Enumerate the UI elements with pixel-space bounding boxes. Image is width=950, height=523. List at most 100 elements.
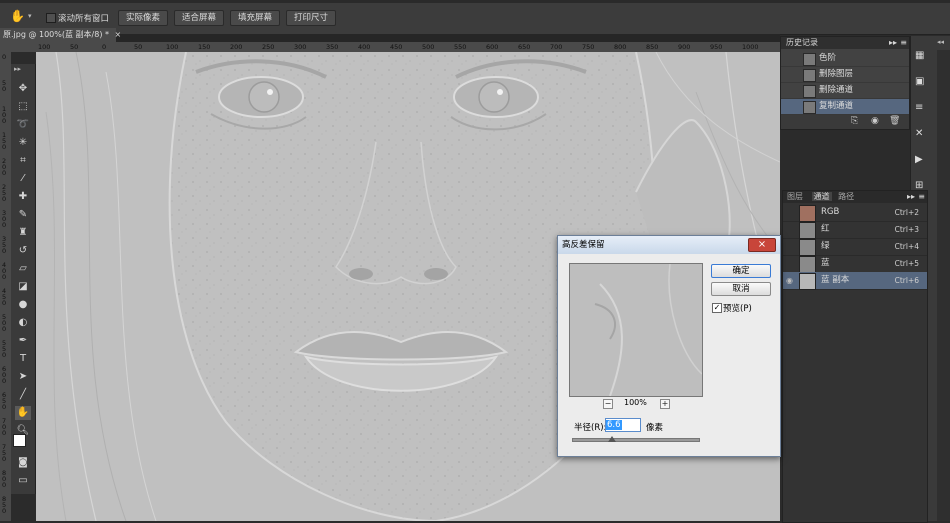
dialog-title: 高反差保留 — [562, 240, 605, 250]
trash-icon[interactable]: 🗑︎ — [889, 116, 900, 126]
panel-menu-icon[interactable]: ≡ — [918, 191, 925, 203]
dialog-title-bar[interactable]: 高反差保留 × — [558, 236, 780, 254]
tool-presets-panel-icon[interactable]: ✕ — [915, 128, 929, 140]
tab-layers[interactable]: 图层 — [787, 192, 803, 201]
radius-label: 半径(R): — [574, 423, 607, 433]
eye-icon[interactable]: ◉ — [786, 276, 795, 285]
strip-collapse-icon[interactable]: ◂◂ — [937, 38, 944, 46]
channel-row[interactable]: 红 Ctrl+3 — [783, 221, 927, 239]
crop-tool-icon[interactable]: ⌗ — [15, 154, 31, 168]
eyedropper-tool-icon[interactable]: ⁄ — [15, 172, 31, 186]
radius-slider-track[interactable] — [572, 438, 700, 442]
tab-channels[interactable]: 通道 — [811, 192, 832, 201]
channel-row[interactable]: RGB Ctrl+2 — [783, 204, 927, 222]
history-item[interactable]: 色阶 — [781, 51, 909, 67]
panel-collapse-icon[interactable]: ▸▸ — [889, 37, 897, 49]
ruler-tick-label: 750 — [582, 43, 595, 51]
ruler-tick-label: 100 — [166, 43, 179, 51]
panel-collapse-icon[interactable]: ▸▸ — [907, 191, 915, 203]
tab-history[interactable]: 历史记录 — [786, 38, 818, 47]
marquee-tool-icon[interactable]: ⬚ — [15, 100, 31, 114]
screen-mode-icon[interactable]: ▭ — [15, 474, 31, 488]
history-footer: ⎘ ◉ 🗑︎ — [781, 115, 909, 129]
second-panel-column — [937, 50, 950, 521]
scroll-all-checkbox[interactable] — [46, 13, 56, 23]
document-tab-title: 原.jpg @ 100%(蓝 副本/8) * — [3, 30, 109, 39]
pen-tool-icon[interactable]: ✒ — [15, 334, 31, 348]
adjustments-panel-icon[interactable]: ≡ — [915, 102, 929, 114]
fit-screen-button[interactable]: 适合屏幕 — [174, 10, 224, 26]
clone-stamp-tool-icon[interactable]: ♜ — [15, 226, 31, 240]
history-item-label: 删除图层 — [819, 69, 854, 79]
radius-slider-thumb[interactable] — [608, 436, 616, 442]
new-document-from-state-icon[interactable]: ⎘ — [851, 116, 858, 126]
channel-row[interactable]: 蓝 Ctrl+5 — [783, 255, 927, 273]
panel-menu-icon[interactable]: ≡ — [900, 37, 907, 49]
history-item-icon — [803, 69, 816, 82]
ruler-tick-label: 1 0 0 — [2, 105, 7, 125]
hand-tool-icon-box[interactable]: ✋ — [15, 406, 31, 420]
history-item[interactable]: 删除图层 — [781, 67, 909, 83]
ruler-tick-label: 4 0 0 — [2, 261, 7, 281]
history-panel-header: 历史记录 ▸▸ ≡ — [781, 37, 909, 49]
history-item-selected[interactable]: 复制通道 — [781, 99, 909, 115]
brush-tool-icon[interactable]: ✎ — [15, 208, 31, 222]
toolbox-collapse-icon[interactable]: ▸▸ — [14, 65, 21, 73]
blur-tool-icon[interactable]: ● — [15, 298, 31, 312]
history-panel-icon[interactable]: ▦ — [915, 50, 929, 62]
history-brush-tool-icon[interactable]: ↺ — [15, 244, 31, 258]
history-item-icon — [803, 85, 816, 98]
lasso-tool-icon[interactable]: ➰ — [15, 118, 31, 132]
ruler-tick-label: 8 0 0 — [2, 469, 7, 489]
ruler-tick-label: 0 — [102, 43, 107, 51]
eraser-tool-icon[interactable]: ▱ — [15, 262, 31, 276]
ruler-tick-label: 200 — [230, 43, 243, 51]
zoom-out-button[interactable]: − — [603, 399, 613, 409]
actions-panel-icon[interactable]: ▶ — [915, 154, 929, 166]
quick-mask-icon[interactable]: ◙ — [15, 456, 31, 470]
fill-screen-button[interactable]: 填充屏幕 — [230, 10, 280, 26]
tool-preset-chevron-icon[interactable]: ▾ — [28, 12, 32, 20]
path-selection-tool-icon[interactable]: ➤ — [15, 370, 31, 384]
ruler-tick-label: 1000 — [742, 43, 759, 51]
dodge-tool-icon[interactable]: ◐ — [15, 316, 31, 330]
print-size-button[interactable]: 打印尺寸 — [286, 10, 336, 26]
line-tool-icon[interactable]: ╱ — [15, 388, 31, 402]
close-icon[interactable]: × — [748, 238, 776, 252]
paint-bucket-tool-icon[interactable]: ◪ — [15, 280, 31, 294]
zoom-in-button[interactable]: + — [660, 399, 670, 409]
vertical-ruler[interactable]: 0 5 0 1 0 0 1 5 0 2 0 0 2 5 0 3 0 0 3 5 0 4 0 0 4… — [0, 52, 11, 521]
history-item[interactable]: 删除通道 — [781, 83, 909, 99]
hand-tool-icon[interactable]: ✋ — [10, 9, 25, 25]
preview-checkbox[interactable]: ✓ — [712, 303, 722, 313]
ruler-tick-label: 6 0 0 — [2, 365, 7, 385]
magic-wand-tool-icon[interactable]: ✳ — [15, 136, 31, 150]
ok-button[interactable]: 确定 — [711, 264, 771, 278]
ruler-tick-label: 7 0 0 — [2, 417, 7, 437]
close-tab-icon[interactable]: × — [115, 30, 122, 39]
layers-panel-icon[interactable]: ▣ — [915, 76, 929, 88]
ruler-tick-label: 2 0 0 — [2, 157, 7, 177]
history-item-icon — [803, 53, 816, 66]
ruler-tick-label: 450 — [390, 43, 403, 51]
channel-row[interactable]: 绿 Ctrl+4 — [783, 238, 927, 256]
ruler-tick-label: 0 — [2, 53, 7, 61]
actual-pixels-button[interactable]: 实际像素 — [118, 10, 168, 26]
move-tool-icon[interactable]: ✥ — [15, 82, 31, 96]
channel-name: 蓝 — [821, 258, 830, 268]
ruler-tick-label: 5 5 0 — [2, 339, 7, 359]
foreground-color-swatch[interactable] — [13, 434, 26, 447]
channel-thumbnail — [799, 205, 816, 222]
channels-panel: 图层 通道 路径 ▸▸ ≡ RGB Ctrl+2 红 Ctrl+3 绿 Ctrl… — [782, 190, 928, 523]
ruler-tick-label: 2 5 0 — [2, 183, 7, 203]
ruler-tick-label: 250 — [262, 43, 275, 51]
radius-input[interactable]: 6.6 — [605, 418, 641, 432]
filter-preview[interactable] — [569, 263, 703, 397]
tab-paths[interactable]: 路径 — [838, 192, 854, 201]
healing-brush-tool-icon[interactable]: ✚ — [15, 190, 31, 204]
camera-icon[interactable]: ◉ — [871, 116, 879, 126]
document-tab[interactable]: 原.jpg @ 100%(蓝 副本/8) * × — [0, 28, 121, 42]
channel-row-selected[interactable]: ◉ 蓝 副本 Ctrl+6 — [783, 272, 927, 290]
cancel-button[interactable]: 取消 — [711, 282, 771, 296]
type-tool-icon[interactable]: T — [15, 352, 31, 366]
